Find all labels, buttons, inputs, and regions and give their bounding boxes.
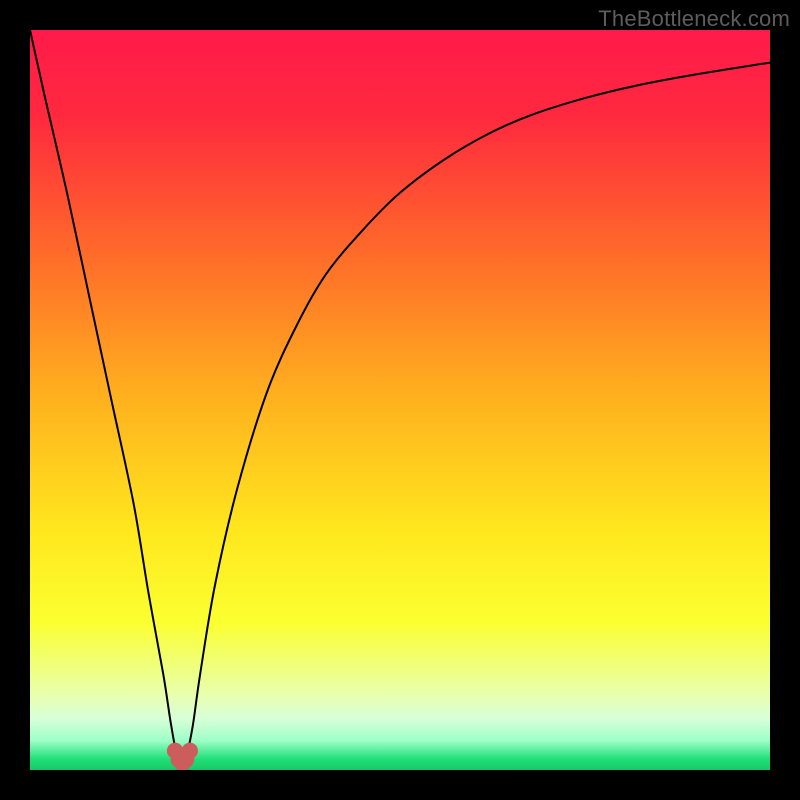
dip-marker	[182, 743, 198, 759]
watermark-text: TheBottleneck.com	[598, 6, 790, 32]
plot-area	[30, 30, 770, 770]
gradient-background	[30, 30, 770, 770]
chart-svg	[30, 30, 770, 770]
chart-frame: TheBottleneck.com	[0, 0, 800, 800]
